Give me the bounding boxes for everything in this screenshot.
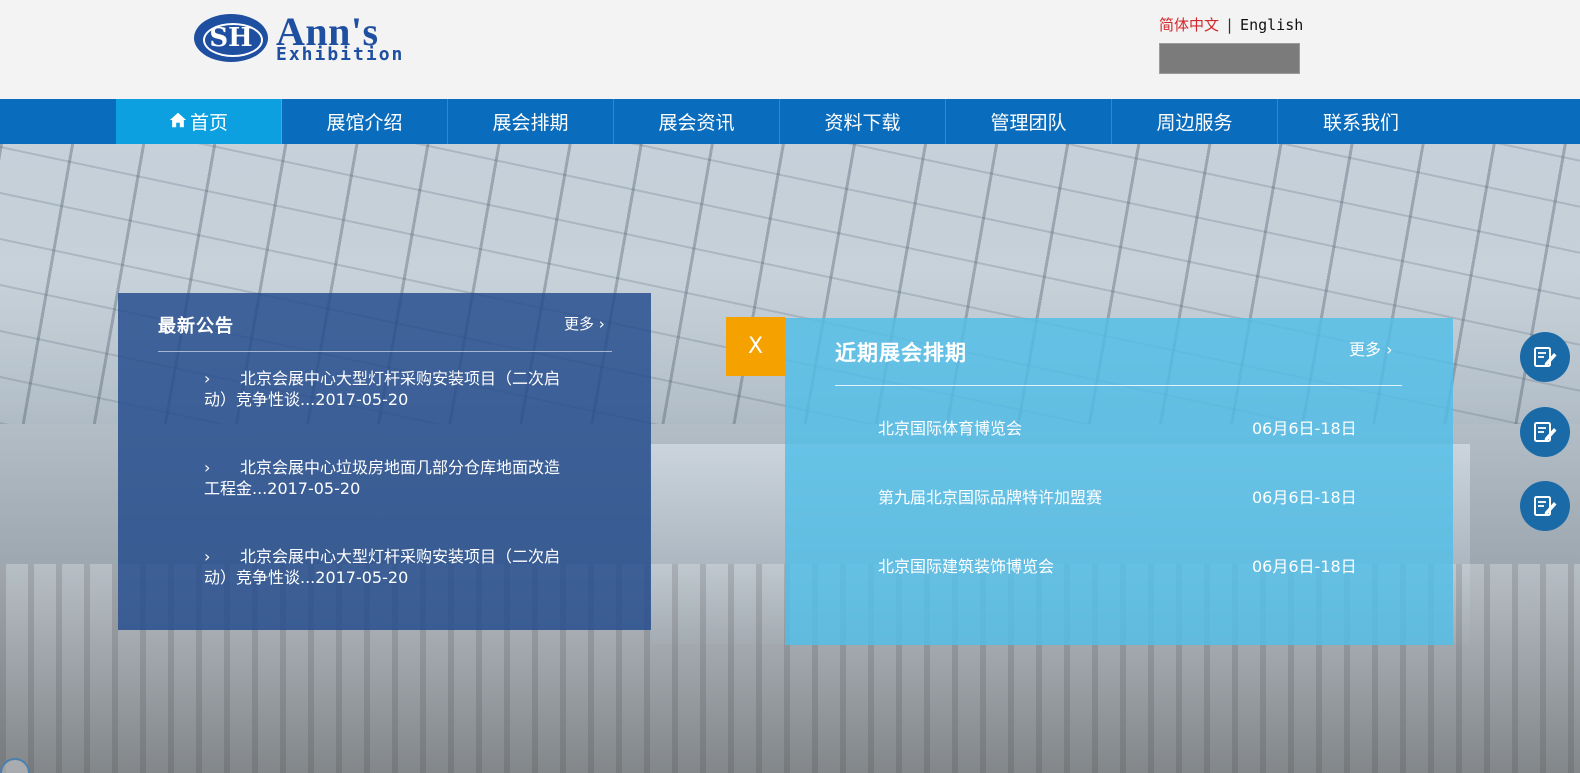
home-icon — [169, 112, 187, 127]
lang-separator: | — [1225, 16, 1235, 34]
lang-english-link[interactable]: English — [1240, 16, 1303, 34]
nav-item-label: 展馆介绍 — [326, 112, 403, 134]
nav-item-schedule[interactable]: 展会排期 — [448, 99, 614, 144]
language-switcher: 简体中文 | English — [1159, 14, 1303, 35]
notice-item-text: 北京会展中心大型灯杆采购安装项目（二次启动）竞争性谈...2017-05-20 — [204, 369, 561, 409]
chevron-right-icon: › — [204, 369, 211, 388]
logo-mark-text: SH — [209, 23, 253, 53]
nav-item-services[interactable]: 周边服务 — [1112, 99, 1278, 144]
nav-item-contact[interactable]: 联系我们 — [1278, 99, 1444, 144]
schedule-title: 近期展会排期 — [835, 341, 967, 365]
divider — [835, 385, 1402, 386]
nav-item-venue-intro[interactable]: 展馆介绍 — [282, 99, 448, 144]
nav-item-label: 展会排期 — [492, 112, 569, 134]
schedule-more-link[interactable]: 更多 › — [1349, 336, 1393, 360]
nav-item-team[interactable]: 管理团队 — [946, 99, 1112, 144]
schedule-row[interactable]: 北京国际建筑装饰博览会 06月6日-18日 — [878, 553, 1358, 577]
search-input[interactable] — [1159, 43, 1300, 74]
logo-subtitle: Exhibition — [276, 44, 405, 65]
schedule-row[interactable]: 第九届北京国际品牌特许加盟赛 06月6日-18日 — [878, 484, 1358, 508]
schedule-name: 北京国际体育博览会 — [878, 419, 1023, 438]
nav-list: 首页 展馆介绍 展会排期 展会资讯 资料下载 管理团队 周边服务 联系我们 — [116, 99, 1444, 144]
notice-item-text: 北京会展中心垃圾房地面几部分仓库地面改造工程金...2017-05-20 — [204, 458, 561, 498]
schedule-date: 06月6日-18日 — [1252, 419, 1357, 438]
edit-note-icon — [1534, 422, 1557, 442]
schedule-panel: 近期展会排期 更多 › 北京国际体育博览会 06月6日-18日 第九届北京国际品… — [785, 318, 1453, 645]
notice-item-text: 北京会展中心大型灯杆采购安装项目（二次启动）竞争性谈...2017-05-20 — [204, 547, 561, 587]
lang-chinese-link[interactable]: 简体中文 — [1159, 16, 1219, 34]
nav-item-news[interactable]: 展会资讯 — [614, 99, 780, 144]
edit-note-icon — [1534, 496, 1557, 516]
schedule-name: 北京国际建筑装饰博览会 — [878, 557, 1055, 576]
notice-more-link[interactable]: 更多 › — [564, 313, 605, 334]
close-button[interactable]: X — [726, 317, 785, 376]
site-header: SH Ann's Exhibition 简体中文 | English — [0, 0, 1580, 100]
side-tool-button[interactable] — [1520, 332, 1570, 382]
chevron-right-icon: › — [204, 547, 211, 566]
notice-title: 最新公告 — [158, 316, 234, 337]
schedule-date: 06月6日-18日 — [1252, 557, 1357, 576]
nav-item-label: 首页 — [189, 112, 228, 134]
schedule-row[interactable]: 北京国际体育博览会 06月6日-18日 — [878, 415, 1358, 439]
notice-item[interactable]: › 北京会展中心大型灯杆采购安装项目（二次启动）竞争性谈...2017-05-20 — [204, 546, 574, 588]
divider — [158, 351, 612, 352]
nav-item-label: 周边服务 — [1156, 112, 1233, 134]
edit-note-icon — [1534, 347, 1557, 367]
logo[interactable]: SH Ann's Exhibition — [194, 12, 414, 66]
nav-item-home[interactable]: 首页 — [116, 99, 282, 144]
schedule-date: 06月6日-18日 — [1252, 488, 1357, 507]
nav-item-label: 资料下载 — [824, 112, 901, 134]
nav-item-downloads[interactable]: 资料下载 — [780, 99, 946, 144]
schedule-name: 第九届北京国际品牌特许加盟赛 — [878, 488, 1103, 507]
nav-item-label: 管理团队 — [990, 112, 1067, 134]
side-tool-button[interactable] — [1520, 407, 1570, 457]
nav-item-label: 联系我们 — [1322, 112, 1399, 134]
side-tool-button[interactable] — [1520, 481, 1570, 531]
nav-item-label: 展会资讯 — [658, 112, 735, 134]
logo-mark: SH — [194, 14, 268, 62]
notice-item[interactable]: › 北京会展中心大型灯杆采购安装项目（二次启动）竞争性谈...2017-05-20 — [204, 368, 574, 410]
main-nav: 首页 展馆介绍 展会排期 展会资讯 资料下载 管理团队 周边服务 联系我们 — [0, 99, 1580, 144]
chevron-right-icon: › — [204, 458, 211, 477]
notice-panel: 最新公告 更多 › › 北京会展中心大型灯杆采购安装项目（二次启动）竞争性谈...… — [118, 293, 651, 630]
notice-item[interactable]: › 北京会展中心垃圾房地面几部分仓库地面改造工程金...2017-05-20 — [204, 457, 574, 499]
